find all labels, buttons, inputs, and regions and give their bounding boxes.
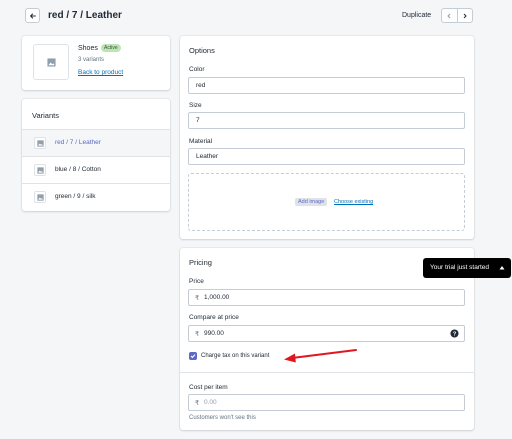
cost-per-item-placeholder: 0.00 bbox=[204, 399, 217, 406]
variant-label: red / 7 / Leather bbox=[55, 139, 101, 146]
price-value: 1,000.00 bbox=[204, 294, 230, 301]
product-thumbnail bbox=[33, 44, 69, 80]
options-card: Options Color red Size 7 Material Leathe… bbox=[180, 36, 474, 239]
variant-thumbnail bbox=[34, 137, 46, 149]
image-placeholder-icon bbox=[46, 57, 56, 67]
options-title: Options bbox=[189, 46, 215, 55]
variants-card: Variants red / 7 / Leather blue / 8 / Co… bbox=[22, 99, 170, 211]
trial-popup[interactable]: Your trial just started bbox=[423, 258, 511, 278]
annotation-arrow bbox=[284, 349, 357, 363]
variant-pager bbox=[441, 8, 473, 23]
chevron-left-icon bbox=[447, 13, 451, 18]
color-label: Color bbox=[189, 66, 205, 73]
trial-text: Your trial just started bbox=[430, 264, 490, 271]
pricing-title: Pricing bbox=[189, 258, 212, 267]
next-variant-button[interactable] bbox=[458, 9, 473, 22]
variant-thumbnail bbox=[34, 191, 46, 203]
image-placeholder-icon bbox=[36, 193, 44, 201]
page-title: red / 7 / Leather bbox=[48, 10, 122, 21]
size-field[interactable]: 7 bbox=[188, 112, 465, 129]
previous-variant-button[interactable] bbox=[442, 9, 458, 22]
cost-per-item-field[interactable]: ₹ 0.00 bbox=[188, 394, 465, 411]
currency-symbol: ₹ bbox=[195, 400, 200, 407]
image-dropzone[interactable]: Add image Choose existing bbox=[188, 173, 465, 231]
size-label: Size bbox=[189, 102, 202, 109]
variant-item[interactable]: blue / 8 / Cotton bbox=[22, 156, 170, 183]
cost-per-item-label: Cost per item bbox=[189, 384, 228, 391]
status-badge: Active bbox=[101, 44, 121, 52]
svg-text:?: ? bbox=[453, 332, 457, 338]
variant-item[interactable]: red / 7 / Leather bbox=[22, 129, 170, 156]
color-field[interactable]: red bbox=[188, 77, 465, 94]
question-circle-icon[interactable]: ? bbox=[450, 329, 459, 338]
cost-hint: Customers won't see this bbox=[189, 415, 256, 421]
caret-up-icon bbox=[499, 266, 505, 270]
chevron-right-icon bbox=[463, 13, 467, 18]
add-image-button[interactable]: Add image bbox=[295, 198, 328, 206]
back-button[interactable] bbox=[25, 8, 40, 23]
variant-count: 3 variants bbox=[78, 57, 105, 63]
variant-thumbnail bbox=[34, 164, 46, 176]
charge-tax-checkbox[interactable] bbox=[189, 352, 197, 360]
image-placeholder-icon bbox=[36, 139, 44, 147]
price-field[interactable]: ₹ 1,000.00 bbox=[188, 289, 465, 306]
currency-symbol: ₹ bbox=[195, 331, 200, 338]
compare-at-price-value: 990.00 bbox=[204, 330, 224, 337]
checkmark-icon bbox=[190, 354, 196, 359]
arrow-left-icon bbox=[29, 12, 36, 19]
variant-label: blue / 8 / Cotton bbox=[55, 166, 101, 173]
image-placeholder-icon bbox=[36, 166, 44, 174]
price-label: Price bbox=[189, 278, 204, 285]
variant-label: green / 9 / silk bbox=[55, 193, 96, 200]
top-bar: red / 7 / Leather Duplicate bbox=[0, 0, 512, 34]
back-to-product-link[interactable]: Back to product bbox=[78, 69, 123, 76]
product-name: Shoes bbox=[78, 45, 98, 52]
variants-title: Variants bbox=[32, 111, 59, 120]
product-card: Shoes Active 3 variants Back to product bbox=[22, 36, 170, 90]
material-label: Material bbox=[189, 138, 213, 145]
compare-at-price-label: Compare at price bbox=[189, 314, 239, 321]
material-field[interactable]: Leather bbox=[188, 148, 465, 165]
charge-tax-label: Charge tax on this variant bbox=[201, 353, 270, 359]
divider bbox=[180, 372, 474, 373]
duplicate-button[interactable]: Duplicate bbox=[402, 12, 431, 19]
choose-existing-link[interactable]: Choose existing bbox=[334, 199, 373, 205]
variant-item[interactable]: green / 9 / silk bbox=[22, 183, 170, 210]
compare-at-price-field[interactable]: ₹ 990.00 ? bbox=[188, 325, 465, 342]
currency-symbol: ₹ bbox=[195, 295, 200, 302]
